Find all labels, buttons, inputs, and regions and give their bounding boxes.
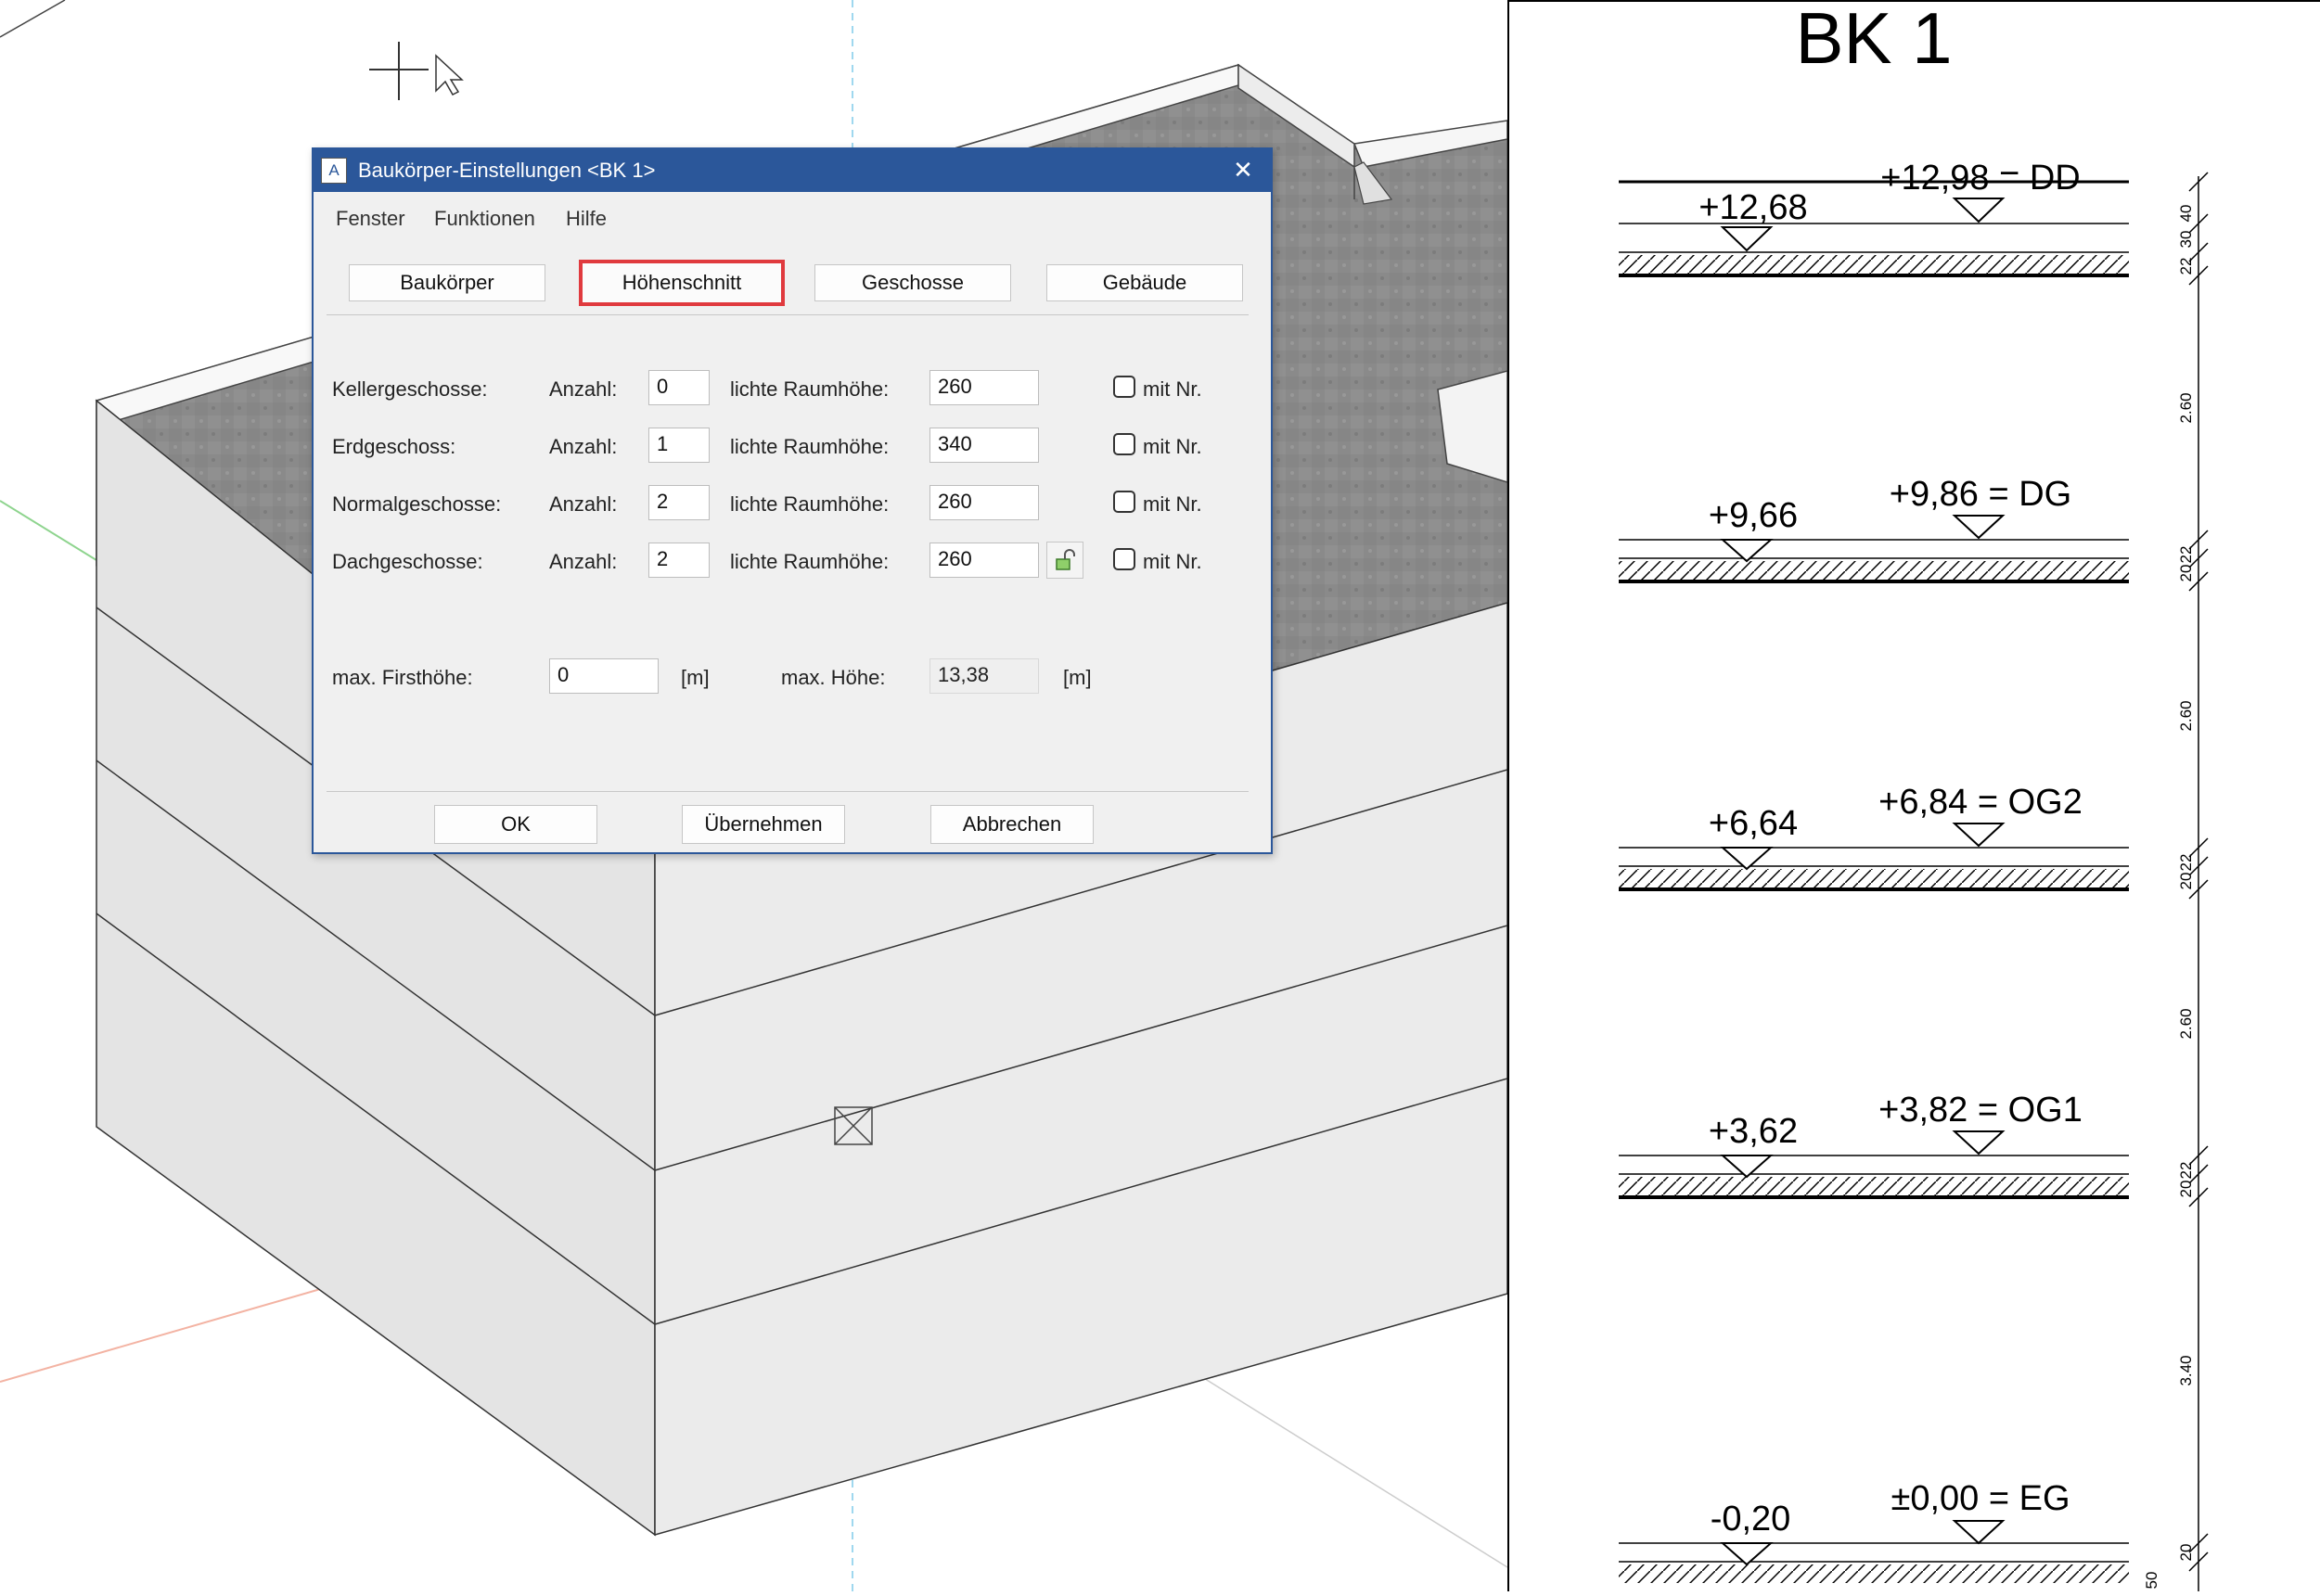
normalgeschosse-count-input[interactable]: 2 [648,485,710,520]
svg-text:3.40: 3.40 [2177,1355,2195,1385]
checkbox-label: mit Nr. [1143,550,1202,573]
footer-separator [327,791,1249,792]
dialog-titlebar[interactable]: A Baukörper-Einstellungen <BK 1> ✕ [314,149,1271,192]
unit-label: [m] [1063,666,1092,689]
svg-text:20: 20 [2177,1181,2195,1198]
building-settings-dialog[interactable]: A Baukörper-Einstellungen <BK 1> ✕ Fenst… [312,147,1273,854]
level-left-label: +12,68 [1698,188,1807,227]
count-label: Anzahl: [549,435,618,458]
level-right-label: +3,82 = OG1 [1878,1091,2083,1130]
level-eg: -0,20 ±0,00 = EG [1619,1479,2129,1583]
svg-text:50: 50 [2143,1572,2160,1590]
dachgeschosse-height-input[interactable]: 260 [929,543,1039,578]
max-ridge-height-input[interactable]: 0 [549,658,659,694]
level-right-label: +6,84 = OG2 [1878,783,2083,822]
svg-text:40: 40 [2177,205,2195,223]
level-right-label: ±0,00 = EG [1891,1479,2070,1518]
dachgeschosse-count-input[interactable]: 2 [648,543,710,578]
level-dd: +12,68 +12,98 = DD [1619,159,2129,277]
erdgeschoss-count-input[interactable]: 1 [648,428,710,463]
room-height-label: lichte Raumhöhe: [730,377,890,401]
app-icon: A [321,158,347,184]
normalgeschosse-height-input[interactable]: 260 [929,485,1039,520]
tab-gebaeude[interactable]: Gebäude [1046,264,1243,301]
count-label: Anzahl: [549,550,618,573]
level-left-label: +9,66 [1709,496,1798,535]
menu-bar: Fenster Funktionen Hilfe [314,192,1271,238]
svg-text:20: 20 [2177,873,2195,890]
row-label-erdgeschoss: Erdgeschoss: [332,435,456,458]
checkbox-label: mit Nr. [1143,492,1202,516]
dialog-title: Baukörper-Einstellungen <BK 1> [358,159,656,182]
unlock-icon[interactable] [1046,542,1083,579]
level-left-label: +3,62 [1709,1112,1798,1151]
unit-label: [m] [681,666,710,689]
level-og2: +6,64 +6,84 = OG2 [1619,783,2129,891]
max-height-value: 13,38 [929,658,1039,694]
count-label: Anzahl: [549,377,618,401]
checkbox-label: mit Nr. [1143,435,1202,458]
ok-button[interactable]: OK [434,805,597,844]
kellergeschosse-numbering-checkbox[interactable] [1113,376,1135,398]
room-height-label: lichte Raumhöhe: [730,550,890,573]
room-height-label: lichte Raumhöhe: [730,435,890,458]
svg-text:2.60: 2.60 [2177,700,2195,731]
level-right-label: +12,98 = DD [1880,159,2080,198]
dimension-chain: 40 30 22 2.60 22 20 2.60 22 20 2.60 22 2… [2143,172,2209,1591]
level-right-label: +9,86 = DG [1890,475,2071,514]
svg-text:22: 22 [2177,854,2195,872]
cancel-button[interactable]: Abbrechen [930,805,1094,844]
svg-text:22: 22 [2177,258,2195,275]
height-section-drawing: BK 1 +12,68 +12,98 = DD +9,66 +9,86 = DG [1507,0,2320,1591]
menu-fenster[interactable]: Fenster [336,207,405,231]
tab-separator [327,314,1249,315]
level-dg: +9,66 +9,86 = DG [1619,475,2129,583]
svg-text:22: 22 [2177,546,2195,564]
section-title: BK 1 [1795,0,1952,79]
max-ridge-height-label: max. Firsthöhe: [332,666,473,689]
menu-funktionen[interactable]: Funktionen [434,207,535,231]
svg-text:2.60: 2.60 [2177,1008,2195,1039]
count-label: Anzahl: [549,492,618,516]
level-left-label: +6,64 [1709,804,1798,843]
svg-text:2.60: 2.60 [2177,392,2195,423]
height-section-panel: BK 1 +12,68 +12,98 = DD +9,66 +9,86 = DG [1507,0,2320,1591]
svg-text:20: 20 [2177,565,2195,582]
erdgeschoss-numbering-checkbox[interactable] [1113,433,1135,455]
room-height-label: lichte Raumhöhe: [730,492,890,516]
level-og1: +3,62 +3,82 = OG1 [1619,1091,2129,1199]
erdgeschoss-height-input[interactable]: 340 [929,428,1039,463]
tab-baukoerper[interactable]: Baukörper [349,264,545,301]
apply-button[interactable]: Übernehmen [682,805,845,844]
menu-hilfe[interactable]: Hilfe [566,207,607,231]
checkbox-label: mit Nr. [1143,377,1202,401]
svg-text:30: 30 [2177,231,2195,249]
row-label-dachgeschosse: Dachgeschosse: [332,550,483,573]
dachgeschosse-numbering-checkbox[interactable] [1113,548,1135,570]
row-label-kellergeschosse: Kellergeschosse: [332,377,488,401]
level-left-label: -0,20 [1711,1500,1791,1539]
crosshair-cursor-icon [369,42,464,100]
max-height-label: max. Höhe: [781,666,886,689]
row-label-normalgeschosse: Normalgeschosse: [332,492,502,516]
close-button[interactable]: ✕ [1224,153,1262,186]
kellergeschosse-count-input[interactable]: 0 [648,370,710,405]
normalgeschosse-numbering-checkbox[interactable] [1113,491,1135,513]
kellergeschosse-height-input[interactable]: 260 [929,370,1039,405]
tab-hoehenschnitt[interactable]: Höhenschnitt [579,260,785,306]
svg-text:22: 22 [2177,1162,2195,1180]
tab-geschosse[interactable]: Geschosse [814,264,1011,301]
svg-text:20: 20 [2177,1544,2195,1562]
